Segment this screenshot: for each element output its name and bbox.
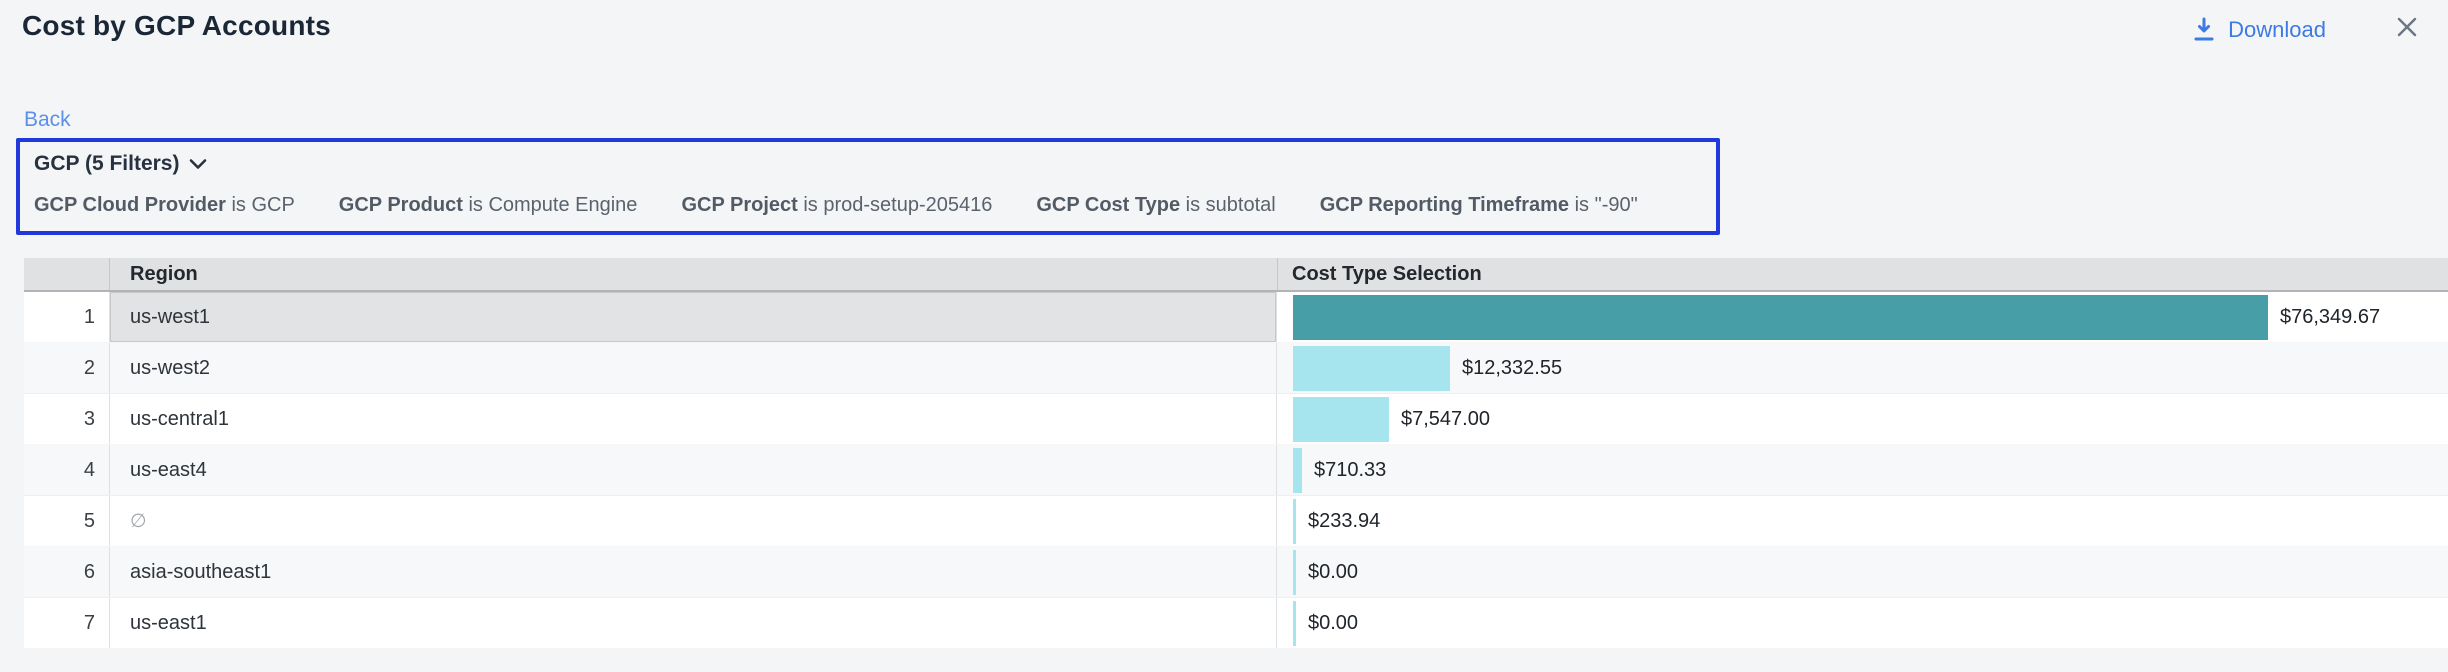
filter-chip[interactable]: GCP Reporting Timeframe is "-90" xyxy=(1320,194,1638,217)
row-number: 3 xyxy=(24,394,110,444)
cost-bar-cell: $0.00 xyxy=(1277,547,2448,597)
cost-bar-cell: $710.33 xyxy=(1277,445,2448,495)
column-header-cost-type: Cost Type Selection xyxy=(1277,258,2448,290)
table-body: 1 us-west1 $76,349.67 2 us-west2 $12,332… xyxy=(24,292,2448,649)
row-number: 1 xyxy=(24,292,110,342)
column-header-rownum xyxy=(24,258,110,290)
cost-value: $76,349.67 xyxy=(2280,306,2380,329)
cost-bar-cell: $0.00 xyxy=(1277,598,2448,648)
table-row[interactable]: 7 us-east1 $0.00 xyxy=(24,598,2448,649)
row-number: 2 xyxy=(24,343,110,393)
filter-condition: is GCP xyxy=(226,194,295,216)
row-number: 6 xyxy=(24,547,110,597)
filter-condition: is Compute Engine xyxy=(463,194,638,216)
cost-bar xyxy=(1293,499,1296,544)
cost-value: $7,547.00 xyxy=(1401,408,1490,431)
filter-field: GCP Cost Type xyxy=(1036,194,1180,216)
dialog-header: Cost by GCP Accounts Download xyxy=(0,0,2448,50)
cost-bar-cell: $12,332.55 xyxy=(1277,343,2448,393)
cost-bar xyxy=(1293,397,1389,442)
filter-field: GCP Cloud Provider xyxy=(34,194,226,216)
download-button[interactable]: Download xyxy=(2192,17,2326,43)
chevron-down-icon xyxy=(189,158,207,170)
table-row[interactable]: 1 us-west1 $76,349.67 xyxy=(24,292,2448,343)
region-cell[interactable]: us-west1 xyxy=(110,292,1277,342)
filter-chip[interactable]: GCP Project is prod-setup-205416 xyxy=(681,194,992,217)
region-cell[interactable]: us-central1 xyxy=(110,394,1277,444)
table-row[interactable]: 6 asia-southeast1 $0.00 xyxy=(24,547,2448,598)
table-row[interactable]: 4 us-east4 $710.33 xyxy=(24,445,2448,496)
row-number: 5 xyxy=(24,496,110,546)
filter-condition: is "-90" xyxy=(1569,194,1638,216)
column-header-region: Region xyxy=(110,258,1277,290)
cost-bar xyxy=(1293,550,1296,595)
cost-value: $0.00 xyxy=(1308,561,1358,584)
filter-summary-label: GCP (5 Filters) xyxy=(34,152,179,176)
table-row[interactable]: 3 us-central1 $7,547.00 xyxy=(24,394,2448,445)
download-icon xyxy=(2192,17,2216,43)
filter-condition: is prod-setup-205416 xyxy=(798,194,993,216)
download-label: Download xyxy=(2228,17,2326,43)
cost-value: $710.33 xyxy=(1314,459,1386,482)
filter-chip[interactable]: GCP Product is Compute Engine xyxy=(339,194,638,217)
cost-bar-cell: $7,547.00 xyxy=(1277,394,2448,444)
cost-bar xyxy=(1293,346,1450,391)
cost-bar xyxy=(1293,601,1296,646)
cost-value: $12,332.55 xyxy=(1462,357,1562,380)
cost-value: $0.00 xyxy=(1308,612,1358,635)
filter-field: GCP Reporting Timeframe xyxy=(1320,194,1569,216)
row-number: 4 xyxy=(24,445,110,495)
region-cell[interactable]: us-west2 xyxy=(110,343,1277,393)
header-actions: Download xyxy=(2192,10,2424,45)
filter-list: GCP Cloud Provider is GCP GCP Product is… xyxy=(34,194,1702,217)
table-row[interactable]: 5 ∅ $233.94 xyxy=(24,496,2448,547)
cost-bar xyxy=(1293,448,1302,493)
filter-panel: GCP (5 Filters) GCP Cloud Provider is GC… xyxy=(16,138,1720,235)
table-header-row: Region Cost Type Selection xyxy=(24,258,2448,292)
page-title: Cost by GCP Accounts xyxy=(22,10,331,42)
filter-chip[interactable]: GCP Cost Type is subtotal xyxy=(1036,194,1275,217)
region-cell[interactable]: us-east4 xyxy=(110,445,1277,495)
region-cell[interactable]: us-east1 xyxy=(110,598,1277,648)
filter-field: GCP Product xyxy=(339,194,463,216)
cost-value: $233.94 xyxy=(1308,510,1380,533)
filter-condition: is subtotal xyxy=(1180,194,1276,216)
cost-table: Region Cost Type Selection 1 us-west1 $7… xyxy=(24,258,2448,649)
cost-bar xyxy=(1293,295,2268,340)
region-cell[interactable]: ∅ xyxy=(110,496,1277,546)
back-link[interactable]: Back xyxy=(24,108,71,132)
cost-bar-cell: $233.94 xyxy=(1277,496,2448,546)
row-number: 7 xyxy=(24,598,110,648)
region-cell[interactable]: asia-southeast1 xyxy=(110,547,1277,597)
table-row[interactable]: 2 us-west2 $12,332.55 xyxy=(24,343,2448,394)
filter-field: GCP Project xyxy=(681,194,797,216)
cost-bar-cell: $76,349.67 xyxy=(1277,292,2448,342)
filter-chip[interactable]: GCP Cloud Provider is GCP xyxy=(34,194,295,217)
close-icon[interactable] xyxy=(2394,14,2420,45)
filter-summary-dropdown[interactable]: GCP (5 Filters) xyxy=(34,152,207,176)
